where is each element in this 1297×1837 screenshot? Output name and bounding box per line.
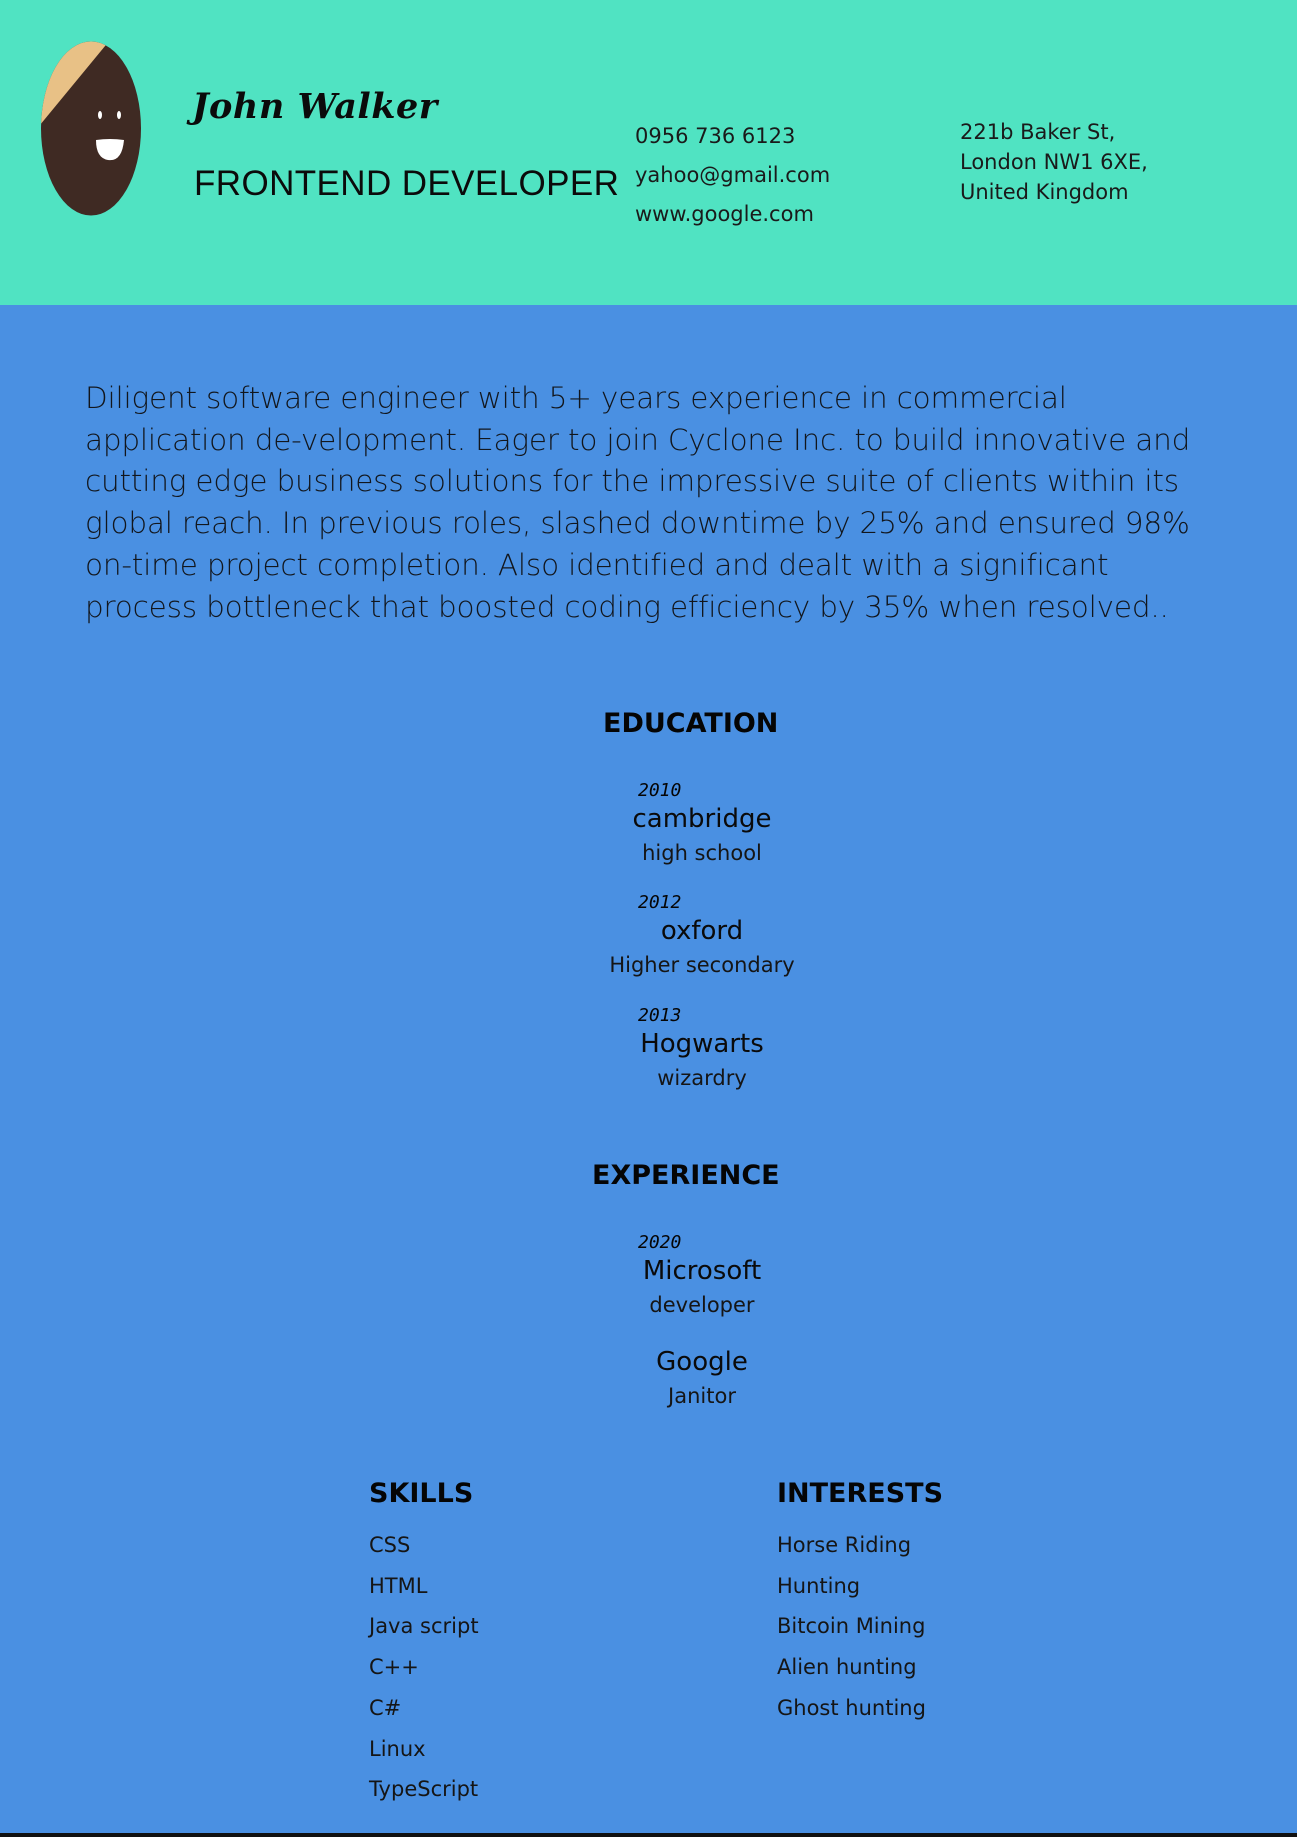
list-item: Alien hunting [777,1655,917,1680]
header: John Walker FRONTEND DEVELOPER 0956 736 … [0,0,1297,305]
skills-section: SKILLS CSS HTML Java script C++ C# Linux… [369,1478,479,1810]
profile-summary: Diligent software engineer with 5+ years… [85,381,1191,624]
avatar-icon [41,41,141,216]
list-item: CSS [369,1533,411,1557]
entry-company: Microsoft [642,1256,762,1286]
entry-institution: Hogwarts [640,1029,764,1059]
list-item: Horse Riding [777,1533,912,1557]
entry-institution: cambridge [632,804,772,834]
list-item: Bitcoin Mining [777,1614,926,1639]
address-line-2: London NW1 6XE, [960,150,1148,174]
list-item: Linux [369,1736,426,1761]
entry-detail: developer [649,1293,755,1317]
interests-heading: INTERESTS [777,1478,944,1509]
postal-address: 221b Baker St, London NW1 6XE, United Ki… [960,117,1148,207]
experience-heading: EXPERIENCE [592,1160,780,1191]
education-heading: EDUCATION [603,708,779,739]
bottom-divider [0,1833,1297,1837]
contact-info: 0956 736 6123 yahoo@gmail.com www.google… [635,117,830,234]
list-item: C++ [369,1655,419,1680]
address-line-1: 221b Baker St, [960,120,1116,144]
address-line-3: United Kingdom [960,180,1129,204]
entry-detail: Higher secondary [609,953,795,977]
entry-company: Google [656,1347,748,1377]
list-item: Ghost hunting [777,1695,926,1720]
entry-detail: Janitor [668,1384,736,1408]
entry-year: 2012 [638,892,682,913]
email-address: yahoo@gmail.com [635,163,831,187]
entry-detail: wizardry [657,1066,747,1090]
interests-list: Horse Riding Hunting Bitcoin Mining Alie… [777,1525,943,1729]
list-item: HTML [369,1573,428,1598]
list-item: Hunting [777,1573,861,1598]
website-url: www.google.com [635,202,814,226]
interests-section: INTERESTS Horse Riding Hunting Bitcoin M… [777,1478,943,1729]
list-item: Java script [369,1614,479,1639]
entry-detail: high school [642,841,762,865]
job-title: FRONTEND DEVELOPER [194,164,620,203]
entry-year: 2020 [638,1232,682,1253]
phone-number: 0956 736 6123 [635,124,796,148]
list-item: C# [369,1695,402,1720]
candidate-name: John Walker [192,86,438,127]
entry-year: 2013 [638,1005,682,1026]
skills-list: CSS HTML Java script C++ C# Linux TypeSc… [369,1525,479,1810]
skills-heading: SKILLS [369,1478,474,1509]
entry-institution: oxford [660,916,744,946]
entry-year: 2010 [638,780,682,801]
list-item: TypeScript [369,1777,479,1802]
